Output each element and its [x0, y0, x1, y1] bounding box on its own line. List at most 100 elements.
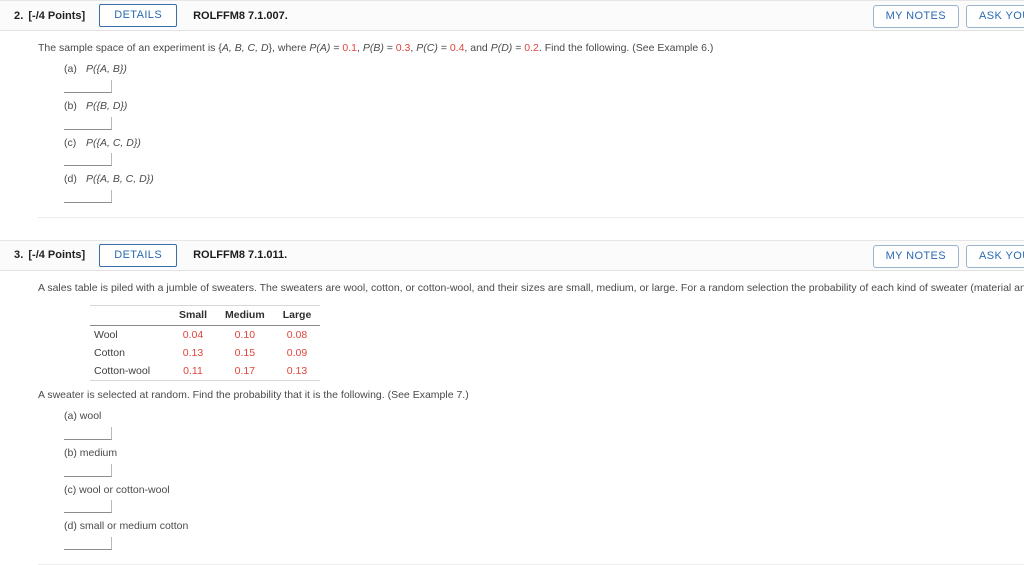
- cell-wool-medium: 0.10: [234, 329, 256, 342]
- prob-d-value: 0.2: [524, 42, 539, 54]
- table-row: Cotton-wool 0.11 0.17 0.13: [90, 362, 321, 382]
- part-d-expression: P({A, B, C, D}): [86, 173, 154, 186]
- problem-3-header-actions: MY NOTES ASK YOUR TE: [872, 241, 1024, 272]
- problem-2-part-c-answer-input[interactable]: [64, 153, 112, 167]
- prob-b-value: 0.3: [395, 42, 411, 54]
- problem-3-part-a-answer-input[interactable]: [64, 427, 112, 441]
- problem-3-sub-statement: A sweater is selected at random. Find th…: [38, 389, 469, 402]
- problem-spacer: [0, 218, 1024, 240]
- part-a-expression: P({A, B}): [86, 63, 127, 76]
- problem-3-part-c: (c) wool or cotton-wool: [64, 483, 1024, 514]
- problem-3: 3. [-/4 Points] DETAILS ROLFFM8 7.1.011.…: [0, 239, 1024, 565]
- prob-c-label: P(C): [416, 42, 438, 54]
- problem-2-part-d: (d) P({A, B, C, D}): [64, 172, 1024, 203]
- part-d-text: small or medium cotton: [79, 520, 189, 533]
- problem-3-part-d-answer-input[interactable]: [64, 537, 112, 551]
- cell-cotton-wool-medium: 0.17: [216, 362, 274, 382]
- part-b-letter: (b): [64, 447, 77, 460]
- part-b-letter: (b): [64, 99, 77, 112]
- problem-2-points: [-/4 Points]: [28, 9, 86, 22]
- part-a-text: wool: [79, 410, 102, 423]
- part-b-expression: P({B, D}): [86, 99, 128, 112]
- problem-2-parts: (a) P({A, B}) (b) P({B, D}) (c) P({A, C, D}…: [38, 62, 1024, 203]
- cell-cotton-medium: 0.15: [234, 347, 256, 360]
- problem-2-ask-your-teacher-button[interactable]: ASK YOUR TE: [966, 5, 1024, 28]
- part-b-label-row: (b) medium: [64, 446, 1024, 461]
- problem-2-part-a-answer-input[interactable]: [64, 79, 112, 93]
- prob-a-label: P(A): [309, 42, 331, 54]
- sweater-probability-table: Small Medium Large Wool 0.04 0.10 0.08 C…: [90, 305, 321, 382]
- problem-2-part-d-answer-input[interactable]: [64, 189, 112, 203]
- part-c-label-row: (c) wool or cotton-wool: [64, 483, 1024, 498]
- cell-cotton-wool-large: 0.13: [273, 362, 321, 382]
- problem-3-number: 3.: [14, 249, 24, 262]
- problem-3-parts: (a) wool (b) medium (c) wool or cotton-w…: [38, 409, 1024, 551]
- part-a-letter: (a): [64, 410, 77, 423]
- part-d-label-row: (d) P({A, B, C, D}): [64, 172, 1024, 187]
- cell-cotton-wool-small: 0.11: [170, 362, 217, 382]
- problem-2-my-notes-button[interactable]: MY NOTES: [872, 5, 960, 28]
- table-head: Small Medium Large: [90, 305, 321, 327]
- part-c-text: wool or cotton-wool: [79, 483, 170, 496]
- cell-wool-small: 0.04: [182, 329, 204, 342]
- prob-d-label: P(D): [490, 42, 513, 54]
- cell-cotton-large: 0.09: [286, 347, 308, 360]
- problem-2-part-b: (b) P({B, D}): [64, 99, 1024, 130]
- problem-2-header: 2. [-/4 Points] DETAILS ROLFFM8 7.1.007.…: [0, 0, 1024, 31]
- statement-suffix: . Find the following. (See Example 6.): [538, 42, 714, 54]
- problem-3-details-button[interactable]: DETAILS: [99, 243, 178, 267]
- part-a-label-row: (a) P({A, B}): [64, 62, 1024, 77]
- problem-2-number: 2.: [14, 9, 24, 22]
- cell-cotton-small: 0.13: [182, 347, 204, 360]
- table-corner-cell: [90, 305, 170, 327]
- table-header-row: Small Medium Large: [90, 305, 321, 327]
- row-label-cotton-wool: Cotton-wool: [90, 362, 170, 382]
- part-d-letter: (d): [64, 173, 77, 186]
- problem-3-part-c-answer-input[interactable]: [64, 500, 112, 514]
- cell-wool-large: 0.08: [286, 329, 308, 342]
- part-d-label-row: (d) small or medium cotton: [64, 519, 1024, 534]
- problem-3-part-d: (d) small or medium cotton: [64, 519, 1024, 551]
- part-c-letter: (c): [64, 483, 77, 496]
- table-col-large: Large: [273, 305, 321, 327]
- part-a-letter: (a): [64, 63, 77, 76]
- part-a-label-row: (a) wool: [64, 409, 1024, 424]
- problem-3-code: ROLFFM8 7.1.011.: [193, 249, 288, 262]
- part-c-label-row: (c) P({A, C, D}): [64, 136, 1024, 151]
- part-c-expression: P({A, C, D}): [86, 136, 141, 149]
- part-d-letter: (d): [64, 520, 77, 533]
- problem-3-header: 3. [-/4 Points] DETAILS ROLFFM8 7.1.011.…: [0, 239, 1024, 272]
- problem-3-statement: A sales table is piled with a jumble of …: [38, 281, 1024, 294]
- table-row: Wool 0.04 0.10 0.08: [90, 326, 320, 345]
- problem-3-my-notes-button[interactable]: MY NOTES: [872, 244, 960, 268]
- table-col-medium: Medium: [216, 305, 274, 327]
- prob-b-label: P(B): [362, 42, 384, 54]
- problem-2-details-button[interactable]: DETAILS: [99, 4, 178, 27]
- problem-3-points: [-/4 Points]: [28, 249, 86, 262]
- problem-3-ask-your-teacher-button[interactable]: ASK YOUR TE: [966, 244, 1024, 268]
- problem-2-part-b-answer-input[interactable]: [64, 116, 112, 130]
- problem-2-statement: The sample space of an experiment is {A,…: [38, 42, 714, 54]
- statement-sample-space: A, B, C, D: [221, 42, 269, 54]
- part-b-text: medium: [79, 447, 118, 460]
- problem-3-part-b-answer-input[interactable]: [64, 463, 112, 477]
- problem-3-part-b: (b) medium: [64, 446, 1024, 477]
- statement-mid: }, where: [268, 42, 310, 54]
- row-label-wool: Wool: [94, 329, 118, 342]
- problem-3-part-a: (a) wool: [64, 409, 1024, 441]
- row-label-cotton: Cotton: [94, 347, 125, 360]
- statement-prefix: The sample space of an experiment is {: [38, 42, 222, 54]
- problem-2-header-actions: MY NOTES ASK YOUR TE: [872, 1, 1024, 32]
- table-body: Wool 0.04 0.10 0.08 Cotton 0.13 0.15 0.0…: [90, 326, 321, 382]
- problem-2-part-c: (c) P({A, C, D}): [64, 136, 1024, 167]
- prob-c-value: 0.4: [449, 42, 465, 54]
- part-c-letter: (c): [64, 136, 77, 149]
- problem-2-part-a: (a) P({A, B}): [64, 62, 1024, 93]
- part-b-label-row: (b) P({B, D}): [64, 99, 1024, 114]
- problem-2: 2. [-/4 Points] DETAILS ROLFFM8 7.1.007.…: [0, 0, 1024, 218]
- table-col-small: Small: [170, 305, 217, 327]
- prob-a-value: 0.1: [342, 42, 357, 54]
- homework-page: 2. [-/4 Points] DETAILS ROLFFM8 7.1.007.…: [0, 0, 1024, 565]
- table-row: Cotton 0.13 0.15 0.09: [90, 344, 320, 362]
- problem-3-body: A sales table is piled with a jumble of …: [0, 271, 1024, 565]
